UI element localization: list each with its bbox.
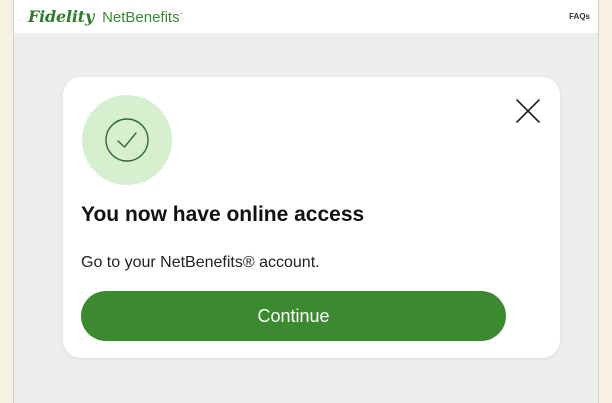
brand-netbenefits-label: NetBenefits	[102, 9, 180, 26]
faqs-link[interactable]: FAQs	[569, 12, 590, 21]
check-circle-icon	[105, 118, 149, 162]
top-header: Fidelity NetBenefits· FAQs	[14, 0, 598, 33]
brand-logo[interactable]: Fidelity NetBenefits·	[28, 7, 183, 26]
brand-mark: ·	[179, 8, 183, 19]
modal-description: Go to your NetBenefits® account.	[81, 254, 320, 271]
brand-netbenefits-text: NetBenefits·	[102, 8, 183, 26]
continue-button[interactable]: Continue	[81, 291, 506, 341]
close-icon	[516, 99, 540, 123]
brand-fidelity-text: Fidelity	[28, 7, 95, 26]
close-button[interactable]	[514, 97, 542, 125]
success-icon-badge	[82, 95, 172, 185]
success-modal: You now have online access Go to your Ne…	[63, 77, 560, 358]
app-frame: Fidelity NetBenefits· FAQs You now have …	[13, 0, 599, 403]
modal-title: You now have online access	[81, 203, 365, 226]
